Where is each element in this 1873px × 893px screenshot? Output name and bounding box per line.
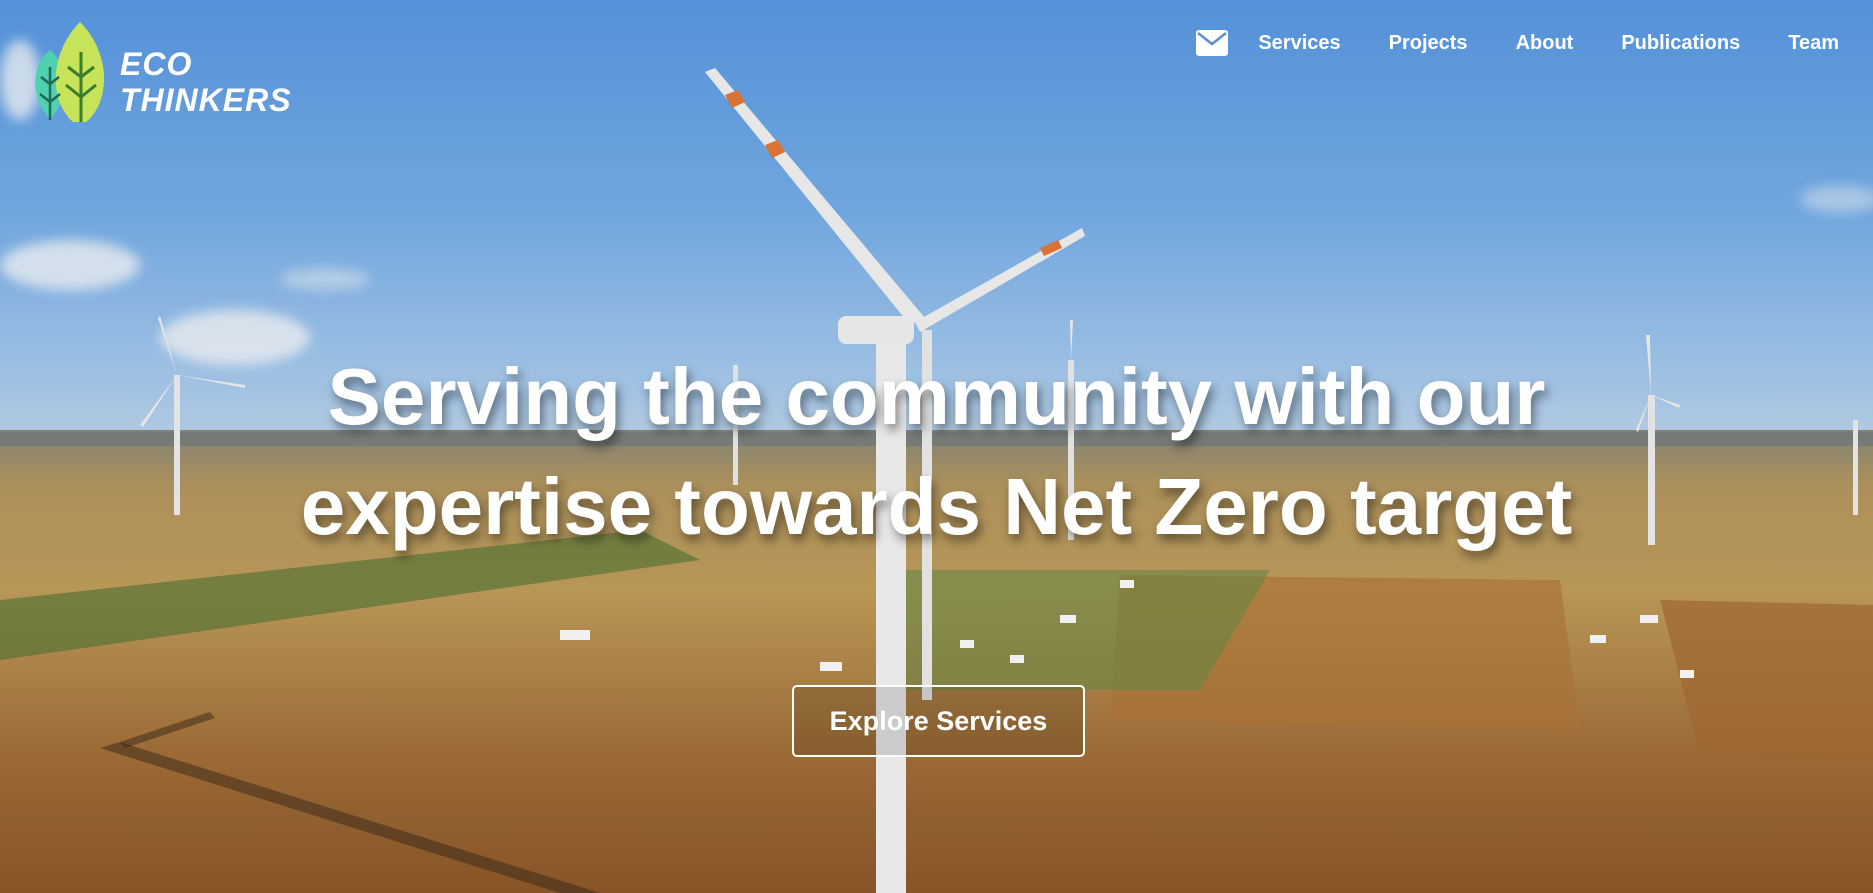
hero-headline-line1: Serving the community with our (327, 352, 1546, 441)
nav-item-team[interactable]: Team (1788, 32, 1839, 55)
nav-item-projects[interactable]: Projects (1389, 32, 1468, 55)
nav-item-services[interactable]: Services (1258, 32, 1340, 55)
brand-name: ECO THINKERS (120, 46, 292, 118)
hero-headline-line2: expertise towards Net Zero target (300, 462, 1573, 551)
hero-headline: Serving the community with our expertise… (0, 342, 1873, 562)
brand-name-line1: ECO (120, 46, 193, 82)
nav-item-publications[interactable]: Publications (1621, 32, 1740, 55)
main-nav: Services Projects About Publications Tea… (1196, 30, 1839, 56)
brand-logo[interactable]: ECO THINKERS (28, 22, 308, 132)
brand-name-line2: THINKERS (120, 82, 292, 118)
explore-services-button[interactable]: Explore Services (792, 685, 1085, 757)
mail-icon[interactable] (1196, 30, 1229, 56)
leaf-logo-icon (35, 22, 105, 122)
nav-item-about[interactable]: About (1516, 32, 1574, 55)
site-header: ECO THINKERS Services Projects About Pub… (0, 0, 1873, 130)
